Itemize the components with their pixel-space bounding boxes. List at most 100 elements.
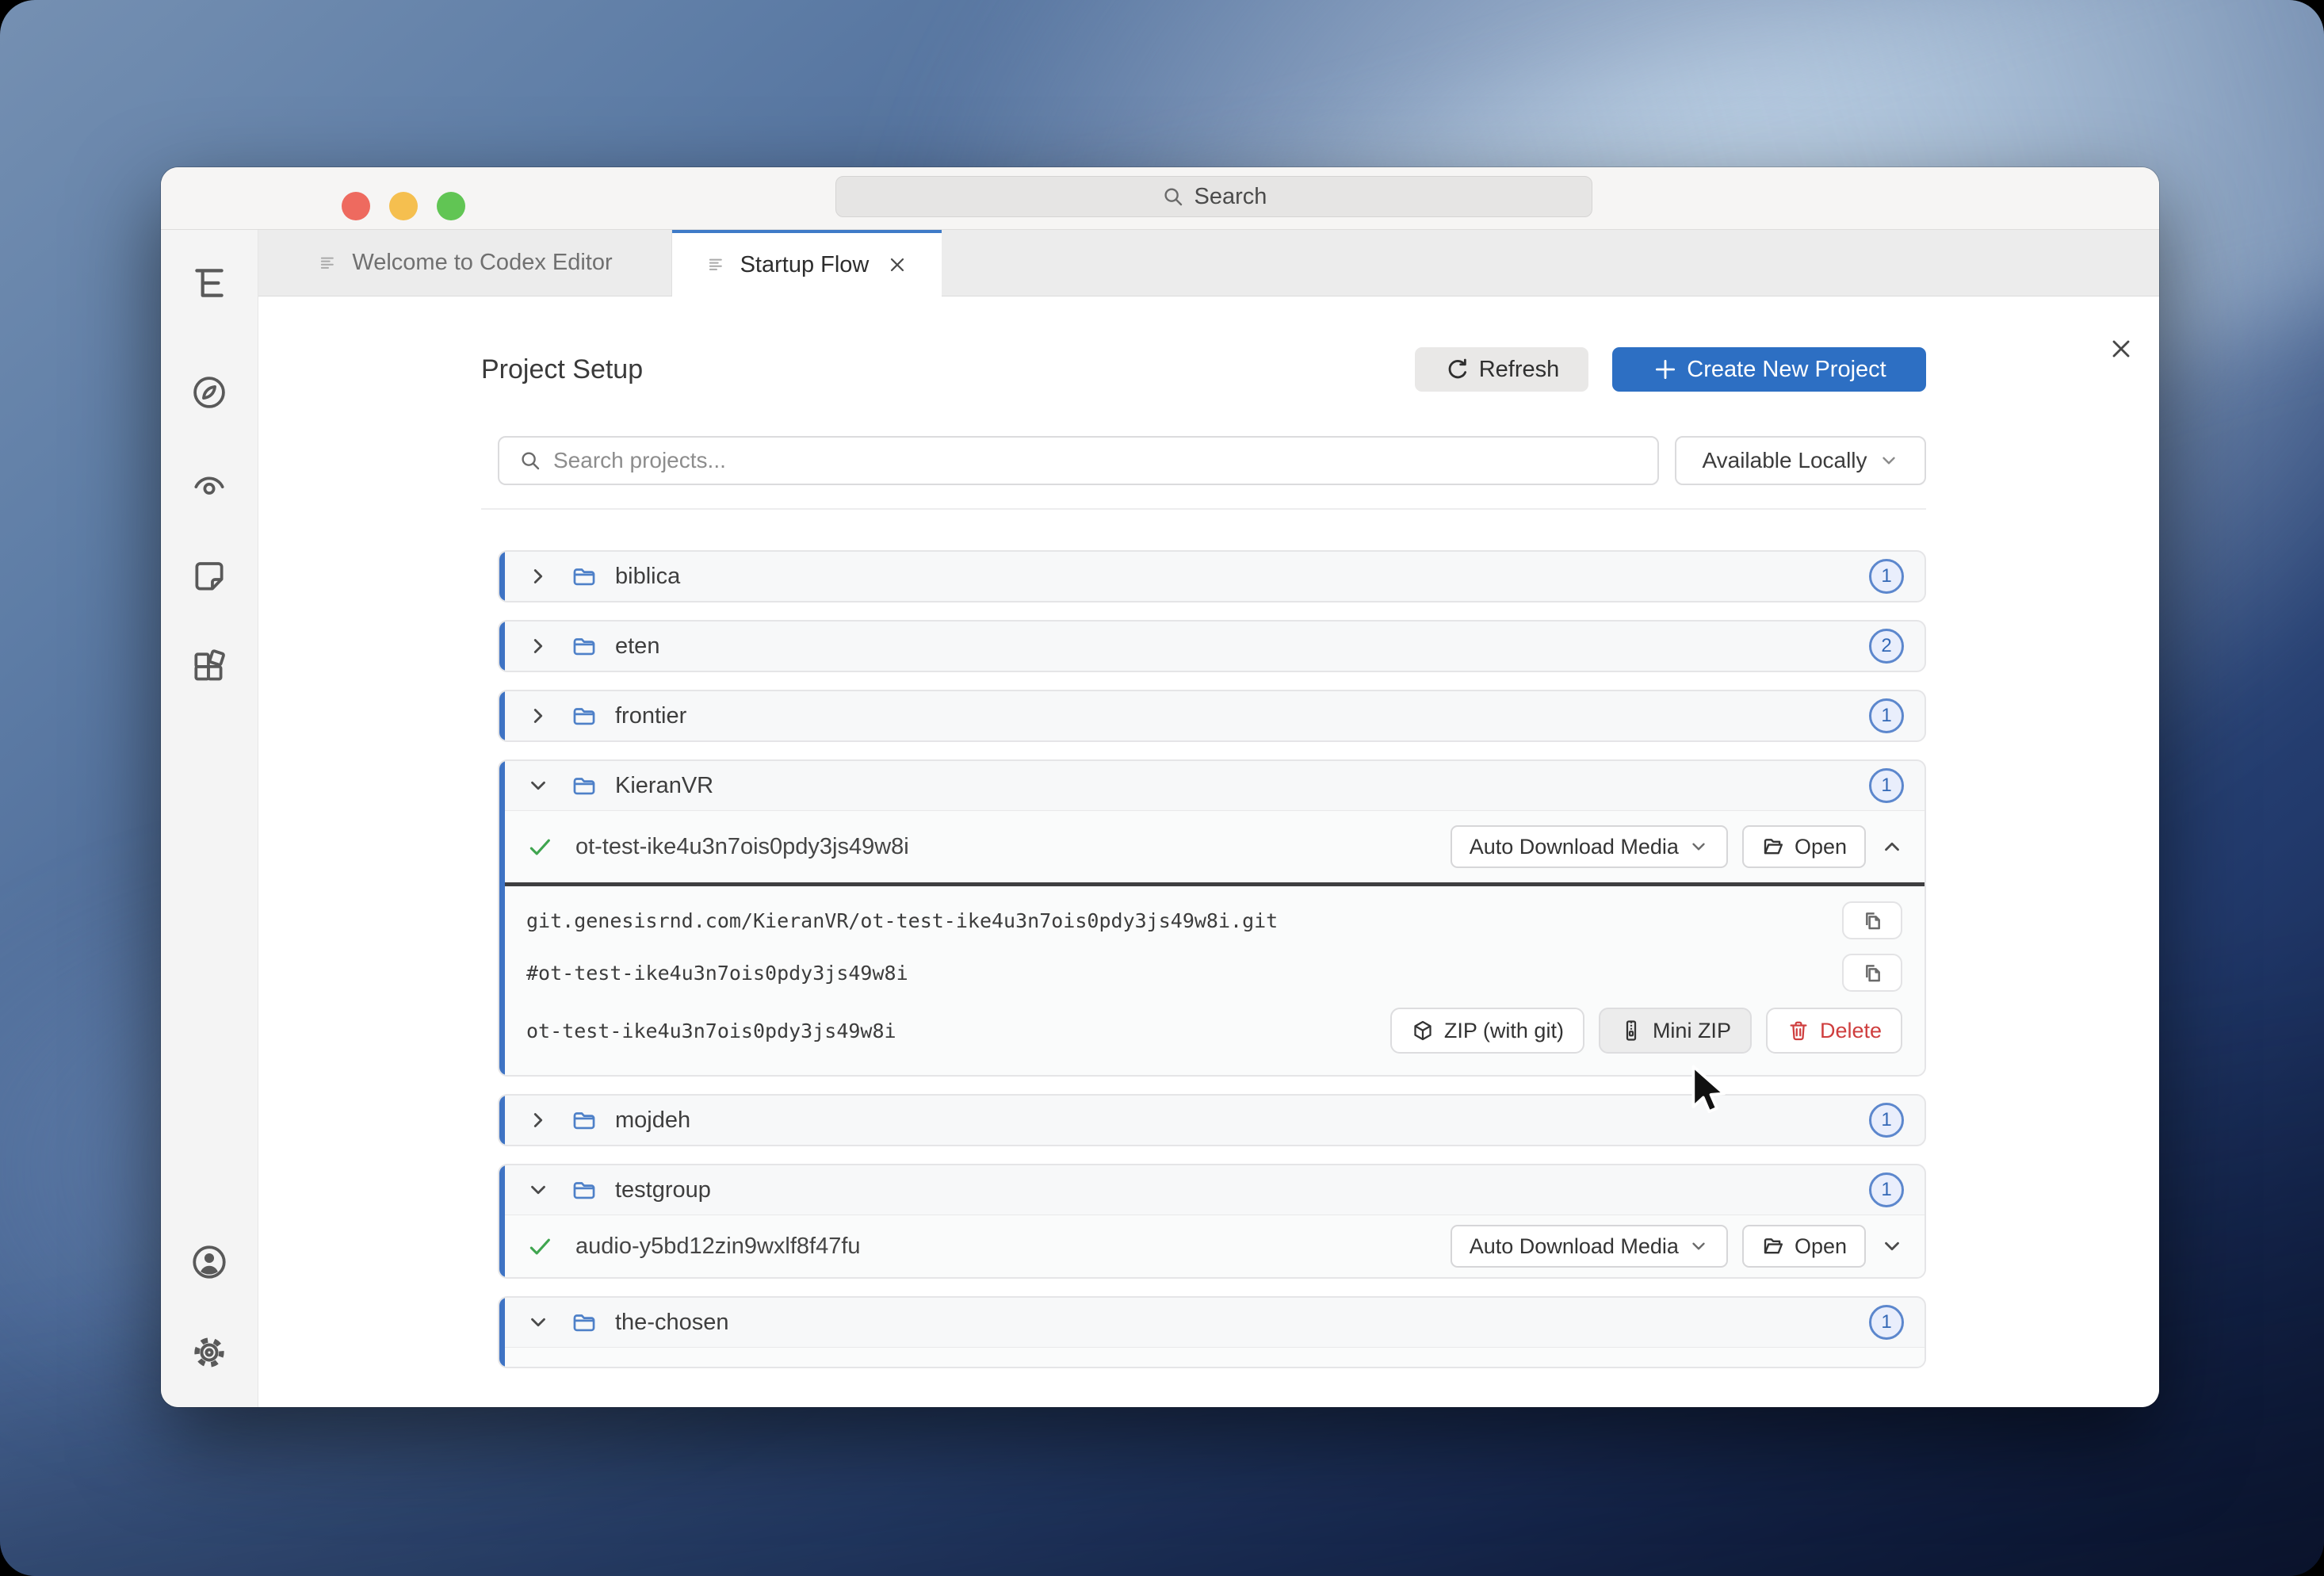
project-row-ot-test[interactable]: ot-test-ike4u3n7ois0pdy3js49w8i Auto Dow… [499, 811, 1925, 882]
chevron-down-icon[interactable] [526, 774, 550, 798]
extensions-icon[interactable] [189, 648, 229, 688]
page-title: Project Setup [481, 354, 644, 384]
auto-download-label: Auto Download Media [1469, 834, 1679, 859]
expand-details-icon[interactable] [1880, 1234, 1904, 1258]
project-name: audio-y5bd12zin9wxlf8f47fu [575, 1233, 861, 1259]
project-hash-text: #ot-test-ike4u3n7ois0pdy3js49w8i [526, 961, 908, 985]
open-label: Open [1794, 1234, 1847, 1258]
refresh-icon [1448, 358, 1466, 379]
chevron-down-icon [1692, 843, 1705, 851]
chevron-down-icon[interactable] [526, 1310, 550, 1334]
delete-project-button[interactable]: Delete [1765, 1008, 1902, 1054]
activity-sidebar [161, 230, 258, 1407]
group-header-frontier[interactable]: frontier 1 [499, 691, 1925, 740]
outline-icon[interactable] [189, 263, 229, 303]
zip-with-git-label: ZIP (with git) [1443, 1018, 1564, 1042]
note-icon[interactable] [189, 557, 229, 596]
settings-gear-icon[interactable] [189, 1333, 229, 1372]
folder-icon [573, 1112, 595, 1130]
auto-download-media-dropdown[interactable]: Auto Download Media [1450, 1225, 1728, 1268]
group-header-biblica[interactable]: biblica 1 [499, 552, 1925, 601]
folder-icon [573, 1314, 595, 1332]
global-search-bar[interactable]: Search [835, 176, 1592, 217]
project-count-badge: 1 [1869, 768, 1904, 803]
group-name: testgroup [615, 1176, 711, 1203]
app-window: Search Welcome to Codex Editor Startup F [161, 167, 2159, 1407]
chevron-right-icon[interactable] [526, 704, 550, 728]
panel-close-icon[interactable] [2107, 335, 2135, 363]
account-icon[interactable] [189, 1242, 229, 1282]
chevron-right-icon[interactable] [526, 564, 550, 588]
chevron-down-icon [1882, 457, 1895, 465]
folder-icon [573, 568, 595, 586]
open-project-button[interactable]: Open [1741, 825, 1866, 868]
close-window-button[interactable] [342, 192, 370, 220]
project-count-badge: 1 [1869, 1103, 1904, 1138]
copy-hash-button[interactable] [1842, 954, 1902, 992]
folder-icon [573, 778, 595, 795]
mini-zip-button[interactable]: Mini ZIP [1598, 1008, 1752, 1054]
group-name: the-chosen [615, 1309, 729, 1335]
group-card-frontier: frontier 1 [498, 690, 1926, 742]
trash-icon [1790, 1021, 1807, 1041]
create-label: Create New Project [1687, 356, 1886, 382]
minimize-window-button[interactable] [389, 192, 418, 220]
auto-download-media-dropdown[interactable]: Auto Download Media [1450, 825, 1728, 868]
chevron-down-icon[interactable] [526, 1178, 550, 1202]
group-header-the-chosen[interactable]: the-chosen 1 [499, 1298, 1925, 1347]
collapse-details-icon[interactable] [1880, 835, 1904, 859]
auto-download-label: Auto Download Media [1469, 1234, 1679, 1258]
chevron-right-icon[interactable] [526, 634, 550, 658]
project-count-badge: 1 [1869, 1172, 1904, 1207]
refresh-button[interactable]: Refresh [1415, 347, 1588, 392]
project-count-badge: 2 [1869, 629, 1904, 664]
compass-icon[interactable] [189, 373, 229, 412]
project-search-input[interactable] [553, 448, 1638, 473]
filter-label: Available Locally [1702, 448, 1867, 472]
project-name: ot-test-ike4u3n7ois0pdy3js49w8i [575, 833, 909, 859]
group-header-testgroup[interactable]: testgroup 1 [499, 1165, 1925, 1215]
tab-startup-flow[interactable]: Startup Flow [672, 230, 942, 296]
project-group-list: biblica 1 eten 2 frontier 1 KieranVR 1 o… [481, 550, 1926, 1368]
project-count-badge: 1 [1869, 698, 1904, 733]
titlebar[interactable]: Search [161, 167, 2159, 230]
zoom-window-button[interactable] [437, 192, 465, 220]
open-folder-icon [1764, 839, 1783, 855]
tab-welcome[interactable]: Welcome to Codex Editor [258, 230, 672, 296]
copy-git-url-button[interactable] [1842, 901, 1902, 939]
create-new-project-button[interactable]: Create New Project [1612, 347, 1926, 392]
package-cube-icon [1414, 1020, 1431, 1041]
project-details: git.genesisrnd.com/KieranVR/ot-test-ike4… [499, 886, 1925, 1075]
chevron-right-icon[interactable] [526, 1108, 550, 1132]
mouse-cursor [1691, 1065, 1726, 1113]
project-search-field[interactable] [498, 436, 1659, 485]
plus-icon [1656, 359, 1676, 380]
tab-lines-icon [321, 257, 334, 269]
open-project-button[interactable]: Open [1741, 1225, 1866, 1268]
open-folder-icon [1764, 1238, 1783, 1254]
check-icon [529, 1238, 550, 1255]
open-label: Open [1794, 834, 1847, 859]
project-count-badge: 1 [1869, 1305, 1904, 1340]
group-card-testgroup: testgroup 1 audio-y5bd12zin9wxlf8f47fu A… [498, 1164, 1926, 1279]
check-icon [529, 839, 550, 855]
folder-icon [573, 1182, 595, 1199]
chevron-down-icon [1692, 1242, 1705, 1250]
project-row-audio[interactable]: audio-y5bd12zin9wxlf8f47fu Auto Download… [499, 1215, 1925, 1277]
group-name: eten [615, 633, 660, 659]
refresh-label: Refresh [1478, 356, 1560, 382]
group-name: mojdeh [615, 1107, 691, 1133]
copy-icon [1866, 965, 1880, 982]
mini-zip-label: Mini ZIP [1652, 1018, 1731, 1042]
availability-filter-dropdown[interactable]: Available Locally [1675, 436, 1926, 485]
global-search-label: Search [1194, 183, 1267, 209]
group-header-kieranvr[interactable]: KieranVR 1 [499, 761, 1925, 810]
group-card-eten: eten 2 [498, 620, 1926, 672]
group-card-biblica: biblica 1 [498, 550, 1926, 602]
tab-bar: Welcome to Codex Editor Startup Flow [258, 230, 2159, 296]
zip-with-git-button[interactable]: ZIP (with git) [1389, 1008, 1584, 1054]
tab-close-icon[interactable] [886, 254, 908, 276]
folder-icon [573, 708, 595, 725]
eye-icon[interactable] [189, 465, 229, 504]
group-header-eten[interactable]: eten 2 [499, 622, 1925, 671]
